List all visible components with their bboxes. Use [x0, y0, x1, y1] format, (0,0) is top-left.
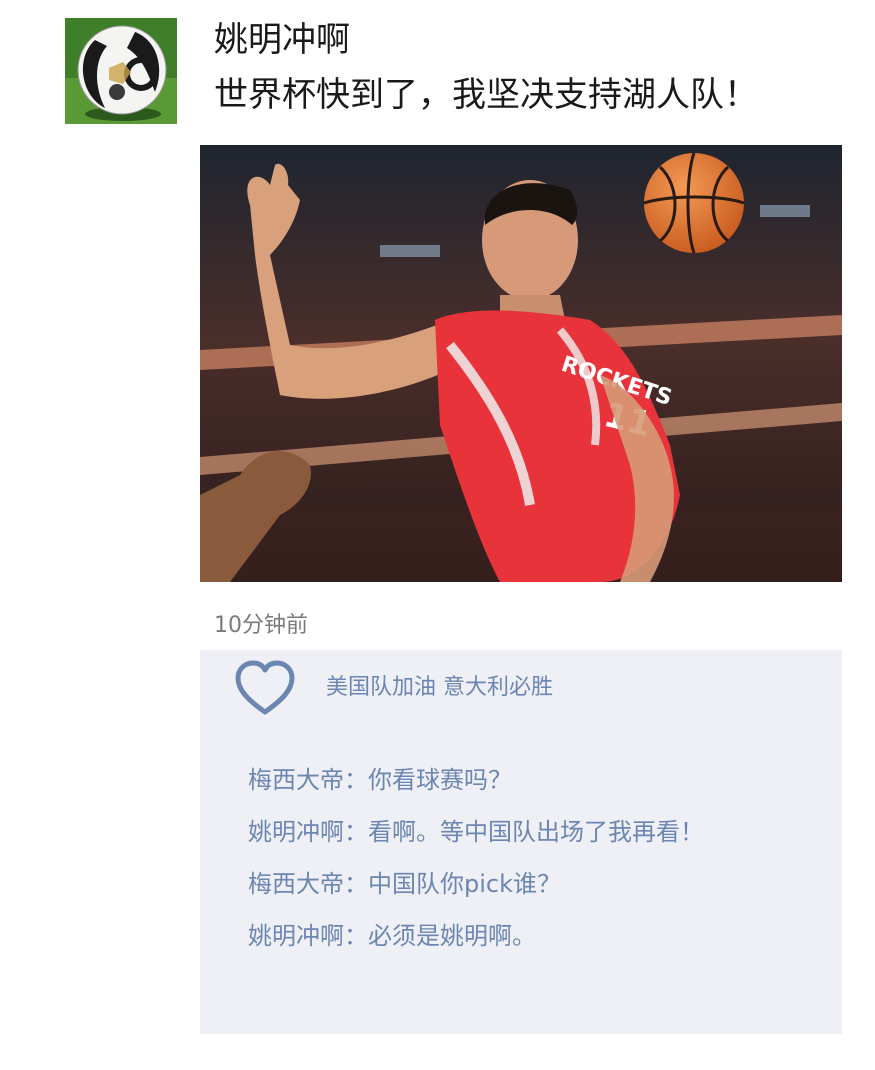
soccer-ball-icon — [65, 18, 177, 124]
comment-item[interactable]: 姚明冲啊：必须是姚明啊。 — [248, 910, 704, 962]
comment-separator: ： — [344, 766, 368, 794]
liker-names[interactable]: 美国队加油 意大利必胜 — [326, 673, 553, 703]
comment-separator: ： — [344, 818, 368, 846]
comment-separator: ： — [344, 922, 368, 950]
comment-text: 看啊。等中国队出场了我再看！ — [368, 818, 704, 846]
avatar[interactable] — [65, 18, 177, 124]
comment-item[interactable]: 梅西大帝：中国队你pick谁？ — [248, 858, 704, 910]
comment-text: 必须是姚明啊。 — [368, 922, 536, 950]
comment-text: 中国队你pick谁？ — [368, 870, 561, 898]
post-photo[interactable]: ROCKETS 11 — [200, 145, 842, 582]
comment-item[interactable]: 姚明冲啊：看啊。等中国队出场了我再看！ — [248, 806, 704, 858]
comment-box: 美国队加油 意大利必胜 梅西大帝：你看球赛吗？ 姚明冲啊：看啊。等中国队出场了我… — [200, 650, 842, 1034]
comment-author[interactable]: 姚明冲啊 — [248, 818, 344, 846]
comment-author[interactable]: 梅西大帝 — [248, 766, 344, 794]
basketball-player-photo: ROCKETS 11 — [200, 145, 842, 582]
post-username[interactable]: 姚明冲啊 — [214, 18, 350, 62]
comment-separator: ： — [344, 870, 368, 898]
comment-item[interactable]: 梅西大帝：你看球赛吗？ — [248, 754, 704, 806]
comment-author[interactable]: 姚明冲啊 — [248, 922, 344, 950]
comment-list: 梅西大帝：你看球赛吗？ 姚明冲啊：看啊。等中国队出场了我再看！ 梅西大帝：中国队… — [248, 754, 704, 962]
like-row: 美国队加油 意大利必胜 — [234, 658, 553, 718]
post-text: 世界杯快到了，我坚决支持湖人队！ — [214, 75, 758, 115]
comment-author[interactable]: 梅西大帝 — [248, 870, 344, 898]
heart-icon[interactable] — [234, 660, 296, 716]
comment-text: 你看球赛吗？ — [368, 766, 512, 794]
post-timestamp: 10分钟前 — [214, 613, 308, 638]
